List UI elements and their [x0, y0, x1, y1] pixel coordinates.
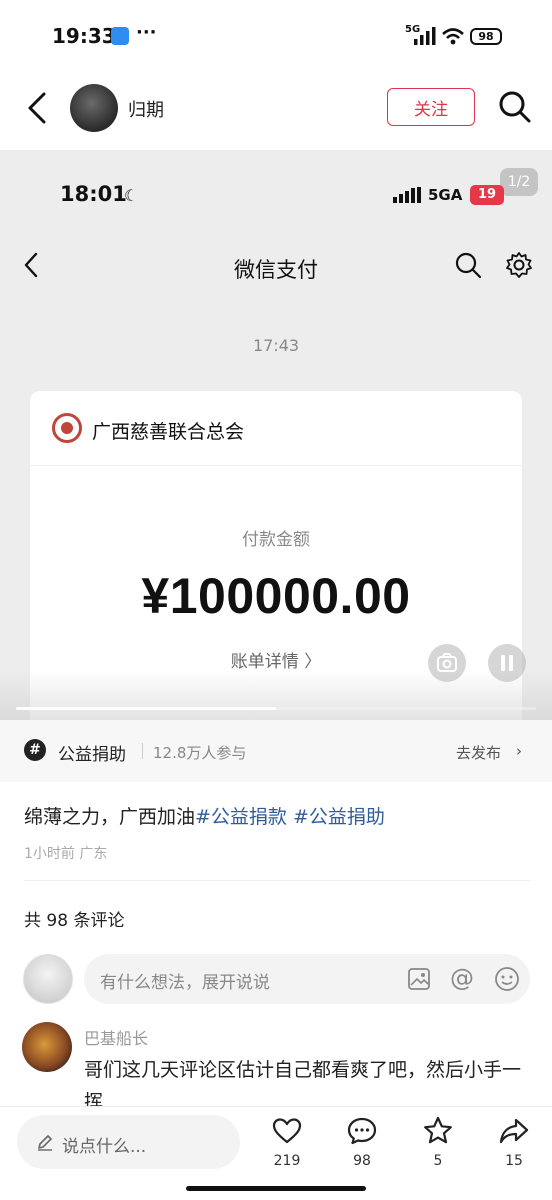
star-icon	[424, 1116, 452, 1144]
status-time: 19:33	[52, 24, 116, 48]
image-gear-icon	[506, 252, 532, 278]
image-bottom-fade	[0, 670, 552, 720]
image-battery: 19	[470, 185, 504, 205]
post-image[interactable]: 1/2 18:01 ☾ 5GA 19 微信支付 17:43 广西慈善联合总会 付…	[0, 150, 552, 720]
pause-icon[interactable]	[488, 644, 526, 682]
app-notification-icon	[111, 27, 129, 45]
camera-icon[interactable]	[428, 644, 466, 682]
chevron-right-icon: ›	[516, 742, 522, 760]
comment-bubble-icon	[347, 1117, 377, 1145]
charity-logo-icon	[52, 413, 82, 443]
message-time: 17:43	[252, 336, 300, 355]
amount-value: ¥100000.00	[141, 568, 411, 624]
comment-avatar[interactable]	[22, 1022, 72, 1072]
image-network-type: 5GA	[428, 186, 463, 204]
org-name: 广西慈善联合总会	[92, 421, 245, 443]
battery-indicator: 98	[470, 28, 502, 45]
pen-icon	[38, 1135, 52, 1151]
moon-icon: ☾	[124, 186, 139, 205]
post-body: 绵薄之力，广西加油	[24, 806, 196, 828]
comment-input-placeholder[interactable]: 有什么想法，展开说说	[100, 968, 270, 993]
favorite-count: 5	[433, 1153, 443, 1169]
like-count: 219	[273, 1153, 301, 1169]
comment-text: 哥们这几天评论区估计自己都看爽了吧，然后小手一挥	[84, 1059, 522, 1106]
card-divider	[30, 465, 522, 466]
post-tag[interactable]: #公益捐助	[293, 806, 385, 828]
image-progress-fill	[16, 707, 276, 710]
post-meta: 1小时前 广东	[24, 846, 108, 862]
follow-button[interactable]: 关注	[387, 88, 475, 126]
cell-signal-icon	[414, 27, 436, 45]
post-text: 绵薄之力，广西加油#公益捐款 #公益捐助	[24, 802, 385, 829]
amount-label: 付款金额	[242, 530, 310, 550]
topic-publish-link[interactable]: 去发布	[456, 742, 501, 763]
emoji-icon[interactable]	[494, 966, 520, 992]
share-count: 15	[505, 1153, 523, 1169]
my-avatar	[23, 954, 73, 1004]
comment-username[interactable]: 巴基船长	[84, 1025, 148, 1049]
share-arrow-icon	[499, 1118, 529, 1144]
image-page-indicator: 1/2	[500, 168, 538, 196]
comment-count: 共 98 条评论	[24, 911, 125, 931]
like-button[interactable]: 219	[261, 1115, 313, 1169]
image-status-time: 18:01	[60, 182, 127, 206]
topic-separator	[142, 743, 143, 759]
say-something-placeholder[interactable]: 说点什么...	[62, 1132, 146, 1157]
post-tag[interactable]: #公益捐款	[195, 806, 287, 828]
image-signal-icon	[393, 187, 421, 203]
topic-row[interactable]: # 公益捐助 12.8万人参与 去发布 ›	[0, 720, 552, 782]
comment-button[interactable]: 98	[336, 1115, 388, 1169]
post-divider	[24, 880, 530, 881]
comment-count-num: 98	[353, 1153, 371, 1169]
search-icon[interactable]	[496, 88, 534, 126]
heart-icon	[272, 1118, 302, 1144]
home-indicator	[186, 1186, 366, 1191]
topic-name: 公益捐助	[58, 745, 126, 765]
favorite-button[interactable]: 5	[412, 1115, 464, 1169]
status-more: ···	[136, 22, 157, 43]
back-arrow-icon[interactable]	[20, 88, 56, 128]
image-picker-icon[interactable]	[408, 968, 430, 990]
topic-participants: 12.8万人参与	[153, 744, 247, 762]
mention-icon[interactable]: @	[450, 964, 474, 992]
wifi-icon	[442, 28, 464, 45]
author-avatar[interactable]	[70, 84, 118, 132]
hashtag-icon: #	[24, 739, 46, 761]
author-name[interactable]: 归期	[128, 96, 164, 122]
share-button[interactable]: 15	[488, 1115, 540, 1169]
image-search-icon	[455, 252, 482, 279]
